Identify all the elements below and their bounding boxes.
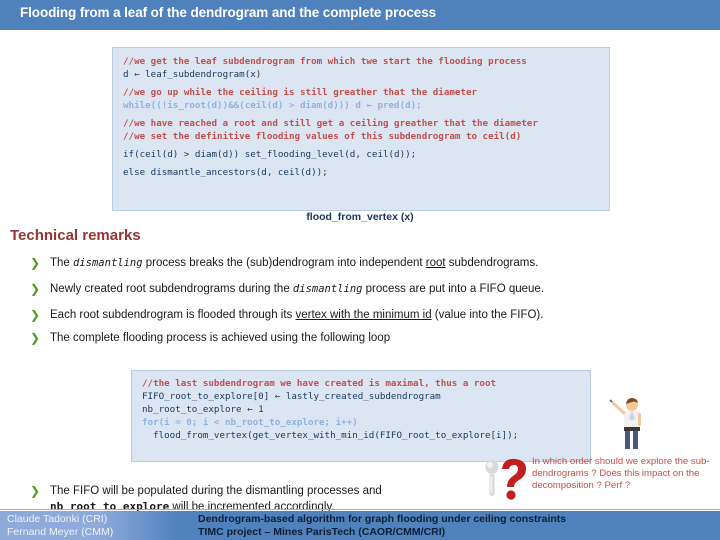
code-line: d ← leaf_subdendrogram(x): [123, 69, 262, 80]
code-line: //we have reached a root and still get a…: [123, 118, 538, 129]
footer-divider: [0, 509, 720, 510]
list-item-text: Newly created root subdendrograms during…: [50, 283, 545, 295]
footer-title-line-2: TIMC project – Mines ParisTech (CAOR/CMM…: [198, 526, 446, 538]
chevron-right-bullet-icon: ❯: [30, 308, 41, 322]
slide-title-bar: Flooding from a leaf of the dendrogram a…: [0, 0, 720, 30]
code-line: else dismantle_ancestors(d, ceil(d));: [123, 167, 328, 178]
footer-title-line-1: Dendrogram-based algorithm for graph flo…: [198, 513, 567, 525]
chevron-right-bullet-icon: ❯: [30, 331, 41, 345]
footer-title: Dendrogram-based algorithm for graph flo…: [198, 513, 566, 539]
code-spacer: [123, 143, 599, 148]
section-heading-technical-remarks: Technical remarks: [10, 227, 141, 244]
code-line: flood_from_vertex(get_vertex_with_min_id…: [142, 430, 519, 441]
chevron-right-bullet-icon: ❯: [30, 484, 41, 498]
code-spacer: [123, 161, 599, 166]
list-item-text: The complete flooding process is achieve…: [50, 332, 391, 344]
code-line: while((!is_root(d))&&(ceil(d) > diam(d))…: [123, 100, 422, 111]
code-line: for(i = 0; i < nb_root_to_explore; i++): [142, 417, 358, 428]
code-line: //we get the leaf subdendrogram from whi…: [123, 56, 527, 67]
list-item: ❯ Newly created root subdendrograms duri…: [30, 282, 690, 297]
list-item-text: The dismantling process breaks the (sub)…: [50, 257, 539, 269]
slide-footer: Claude Tadonki (CRI) Fernand Meyer (CMM)…: [0, 511, 720, 540]
question-text: In which order should we explore the sub…: [532, 456, 710, 491]
list-item-text: Each root subdendrogram is flooded throu…: [50, 309, 544, 321]
chevron-right-bullet-icon: ❯: [30, 256, 41, 270]
code-spacer: [123, 112, 599, 117]
chevron-right-bullet-icon: ❯: [30, 282, 41, 296]
footer-authors: Claude Tadonki (CRI) Fernand Meyer (CMM): [7, 513, 113, 539]
title-spacer: [0, 30, 720, 40]
code-spacer: [123, 81, 599, 86]
code-line: nb_root_to_explore ← 1: [142, 404, 264, 415]
list-item: ❯ The dismantling process breaks the (su…: [30, 256, 690, 271]
code-line: if(ceil(d) > diam(d)) set_flooding_level…: [123, 149, 417, 160]
page-title: Flooding from a leaf of the dendrogram a…: [20, 5, 437, 20]
list-item: ❯ The complete flooding process is achie…: [30, 331, 690, 346]
presenter-person-icon: [608, 396, 648, 452]
code-line: FIFO_root_to_explore[0] ← lastly_created…: [142, 391, 441, 402]
question-mark-icon: [480, 455, 528, 503]
footer-author-line-1: Claude Tadonki (CRI): [7, 513, 108, 525]
code-line: //the last subdendrogram we have created…: [142, 378, 497, 389]
open-question-callout: In which order should we explore the sub…: [480, 456, 718, 504]
list-item: ❯ Each root subdendrogram is flooded thr…: [30, 308, 690, 323]
code-block-caption: flood_from_vertex (x): [306, 211, 414, 223]
footer-author-line-2: Fernand Meyer (CMM): [7, 526, 114, 538]
code-line: //we set the definitive flooding values …: [123, 131, 522, 142]
pseudocode-block-flood-from-vertex: //we get the leaf subdendrogram from whi…: [112, 47, 610, 211]
pseudocode-block-complete-flooding-loop: //the last subdendrogram we have created…: [131, 370, 591, 462]
code-line: //we go up while the ceiling is still gr…: [123, 87, 478, 98]
